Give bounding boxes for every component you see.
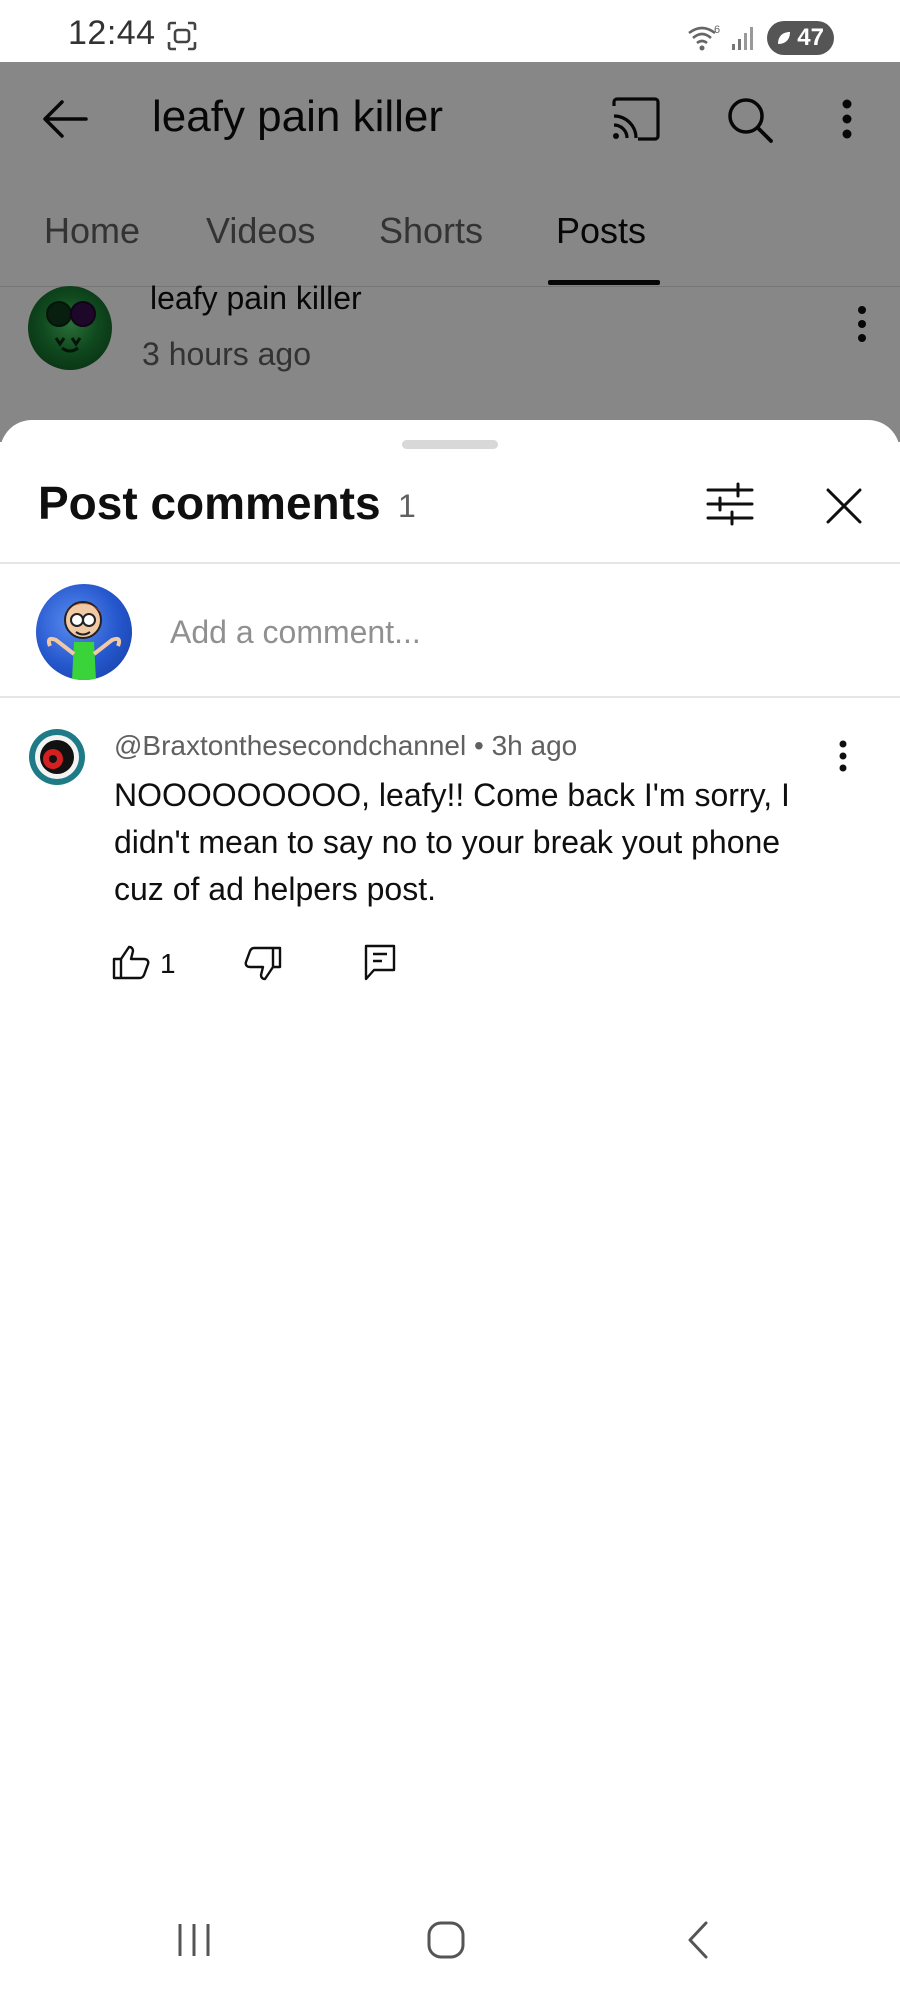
comment-author[interactable]: @Braxtonthesecondchannel: [114, 730, 466, 761]
dim-overlay[interactable]: [0, 62, 900, 442]
add-comment-input[interactable]: Add a comment...: [170, 614, 421, 651]
comment-time: 3h ago: [491, 730, 578, 761]
battery-icon: 47: [767, 21, 834, 55]
status-icons: 6 47: [687, 18, 834, 58]
battery-level: 47: [797, 24, 824, 51]
wifi-icon: 6: [687, 23, 721, 53]
sheet-header-divider: [0, 562, 900, 564]
recent-apps-icon[interactable]: [174, 1922, 214, 1958]
comments-sheet: [0, 420, 900, 2000]
input-divider: [0, 696, 900, 698]
comment-more-icon[interactable]: [834, 740, 852, 772]
like-icon[interactable]: [112, 944, 150, 980]
reply-icon[interactable]: [364, 944, 396, 982]
home-icon[interactable]: [426, 1920, 466, 1960]
comment-count: 1: [398, 488, 416, 524]
drag-handle[interactable]: [402, 440, 498, 449]
back-nav-icon[interactable]: [684, 1920, 712, 1960]
current-user-avatar: [36, 584, 132, 680]
status-time: 12:44: [68, 14, 156, 52]
like-count: 1: [160, 948, 176, 979]
dislike-icon[interactable]: [244, 946, 282, 982]
meta-separator: •: [466, 730, 492, 761]
signal-icon: [731, 24, 757, 52]
svg-text:6: 6: [714, 24, 720, 36]
comment-text: NOOOOOOOOO, leafy!! Come back I'm sorry,…: [114, 777, 790, 907]
screenshot-icon: [166, 20, 198, 52]
comment-meta: @Braxtonthesecondchannel • 3h ago: [114, 730, 577, 762]
sheet-title: Post comments: [38, 477, 381, 529]
comment-author-avatar[interactable]: [28, 728, 86, 786]
close-icon[interactable]: [824, 486, 864, 526]
filter-icon[interactable]: [706, 482, 754, 526]
